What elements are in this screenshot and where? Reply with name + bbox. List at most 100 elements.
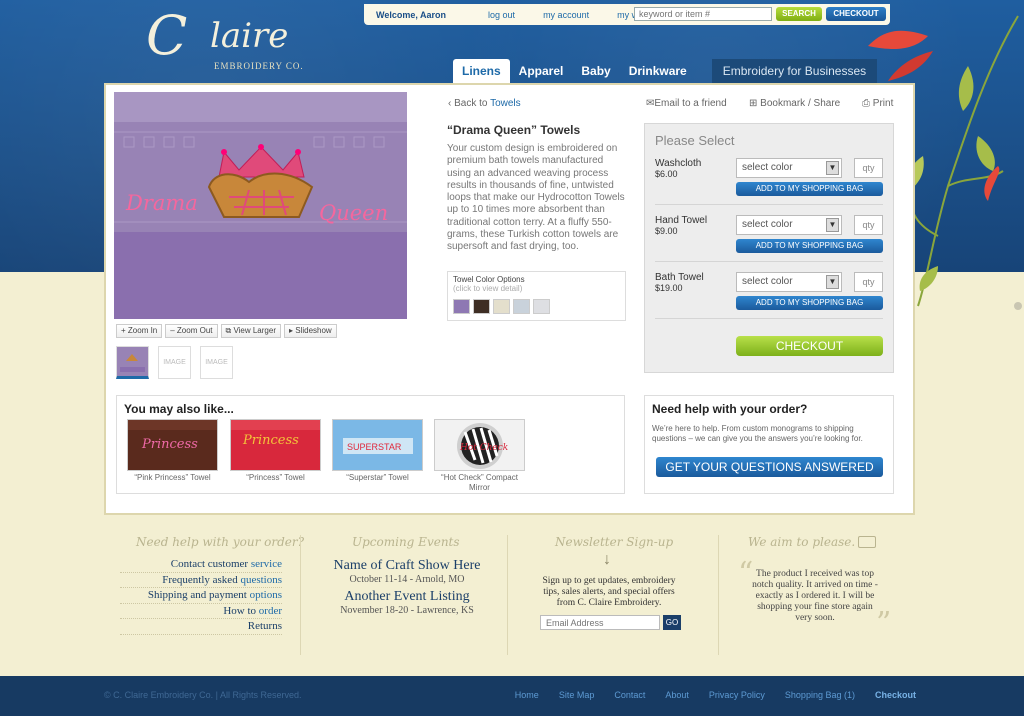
footer-link-text: Shipping and payment [147,589,247,601]
color-select[interactable]: select color ▼ [736,215,842,235]
footer-link[interactable]: How to order [120,604,282,619]
color-options-title: Towel Color Options [453,275,525,284]
product-image[interactable]: Drama Queen [114,92,407,319]
swatch-list [453,299,550,314]
slideshow-label: Slideshow [295,326,332,335]
search-input[interactable] [634,7,772,21]
logout-link[interactable]: log out [488,10,515,20]
footer-nav-shopping-bag[interactable]: Shopping Bag (1) [785,690,855,700]
footer-link-highlight: order [258,604,282,617]
event-title[interactable]: Another Event Listing [320,589,494,605]
swatch-light-gray[interactable] [533,299,550,314]
thumbnail-3[interactable]: IMAGE [200,346,233,379]
print-link[interactable]: ⎙ Print [862,98,893,109]
back-to-towels-link[interactable]: ‹ Back to Towels [448,98,521,109]
checkout-button[interactable]: CHECKOUT [736,336,883,356]
footer-aim-heading: We aim to please. [748,535,856,549]
email-friend-link[interactable]: ✉Email to a friend [646,98,727,109]
utility-bar: Welcome, Aaron log out my account my wis… [364,4,890,25]
arrow-down-icon: ↓ [603,551,611,568]
footer-link[interactable]: Contact customer service [120,557,282,573]
copyright-text: © C. Claire Embroidery Co. | All Rights … [104,690,302,700]
swatch-blue-gray[interactable] [513,299,530,314]
event-date: November 18-20 - Lawrence, KS [340,605,474,616]
related-item[interactable]: SUPERSTAR “Superstar” Towel [332,419,423,483]
tab-apparel[interactable]: Apparel [510,59,573,83]
tab-business[interactable]: Embroidery for Businesses [711,59,878,83]
footer-nav-contact[interactable]: Contact [614,690,645,700]
add-to-bag-button[interactable]: ADD TO MY SHOPPING BAG [736,182,883,196]
thumbnail-strip: IMAGE IMAGE [116,346,233,379]
account-link[interactable]: my account [543,10,589,20]
color-select[interactable]: select color ▼ [736,158,842,178]
swatch-chocolate[interactable] [473,299,490,314]
footer-link-highlight: questions [240,573,282,586]
product-row-bath-towel: Bath Towel $19.00 select color ▼ qty ADD … [655,272,890,324]
footer-link[interactable]: Shipping and payment options [120,588,282,604]
back-prefix: Back to [454,98,488,109]
event-title[interactable]: Name of Craft Show Here [320,558,494,574]
product-row-price: $6.00 [655,169,678,179]
related-item[interactable]: Hot Check “Hot Check” Compact Mirror [434,419,525,493]
related-image: SUPERSTAR [332,419,423,471]
qty-input[interactable]: qty [854,158,883,178]
main-nav: Linens Apparel Baby Drinkware Embroidery… [453,59,878,83]
site-logo[interactable]: C laire EMBROIDERY CO. [146,6,316,76]
add-to-bag-button[interactable]: ADD TO MY SHOPPING BAG [736,239,883,253]
related-caption: “Pink Princess” Towel [134,473,211,482]
footer-nav-home[interactable]: Home [515,690,539,700]
related-image-text: Princess [242,433,299,448]
color-select[interactable]: select color ▼ [736,272,842,292]
slideshow-button[interactable]: ▸ Slideshow [283,324,337,338]
printer-icon: ⎙ [862,98,873,109]
swatch-ivory[interactable] [493,299,510,314]
welcome-text: Welcome, Aaron [376,9,447,20]
related-products: You may also like... Princess “Pink Prin… [116,395,625,494]
chevron-down-icon: ▼ [826,275,839,289]
plus-icon: + [121,326,128,335]
newsletter-text: Sign up to get updates, embroidery tips,… [542,576,676,608]
product-row-price: $19.00 [655,283,683,293]
product-panel: Drama Queen + Zoom In – Zoom Out ⧉ View … [104,83,915,515]
view-larger-button[interactable]: ⧉ View Larger [220,324,281,338]
print-label: Print [872,98,894,109]
bookmark-share-link[interactable]: ⊞ Bookmark / Share [749,98,840,109]
search-button[interactable]: SEARCH [776,7,822,21]
footer-nav-about[interactable]: About [665,690,689,700]
footer-nav-privacy[interactable]: Privacy Policy [709,690,765,700]
tab-baby[interactable]: Baby [572,59,619,83]
qty-input[interactable]: qty [854,272,883,292]
footer-help-links: Contact customer service Frequently aske… [120,557,282,635]
swatch-purple[interactable] [453,299,470,314]
thumbnail-1[interactable] [116,346,149,379]
related-item[interactable]: Princess “Pink Princess” Towel [127,419,218,483]
newsletter-go-button[interactable]: GO [663,615,681,630]
zoom-in-label: Zoom In [127,326,158,335]
add-to-bag-button[interactable]: ADD TO MY SHOPPING BAG [736,296,883,310]
bookmark-label: Bookmark / Share [760,98,841,109]
related-item[interactable]: Princess “Princess” Towel [230,419,321,483]
zoom-out-button[interactable]: – Zoom Out [165,324,218,338]
tab-linens[interactable]: Linens [453,59,510,83]
footer-link[interactable]: Returns [120,619,282,635]
divider [655,204,883,205]
thumbnail-2[interactable]: IMAGE [158,346,191,379]
footer-nav-sitemap[interactable]: Site Map [559,690,595,700]
minus-icon: – [170,326,177,335]
footer-nav-checkout[interactable]: Checkout [875,690,916,700]
get-answers-button[interactable]: GET YOUR QUESTIONS ANSWERED [656,457,883,477]
footer-link[interactable]: Frequently asked questions [120,573,282,588]
product-row-price: $9.00 [655,226,678,236]
zoom-in-button[interactable]: + Zoom In [116,324,163,338]
color-select-value: select color [742,219,793,230]
product-description: Your custom design is embroidered on pre… [447,143,625,253]
event-list: Name of Craft Show Here October 11-14 - … [320,558,494,616]
help-title: Need help with your order? [652,402,808,416]
related-image-text: SUPERSTAR [347,442,402,452]
tab-drinkware[interactable]: Drinkware [620,59,696,83]
qty-input[interactable]: qty [854,215,883,235]
footer-help-heading: Need help with your order? [136,535,305,549]
newsletter-email-input[interactable] [540,615,660,630]
color-select-value: select color [742,276,793,287]
logo-initial: C [146,4,188,67]
